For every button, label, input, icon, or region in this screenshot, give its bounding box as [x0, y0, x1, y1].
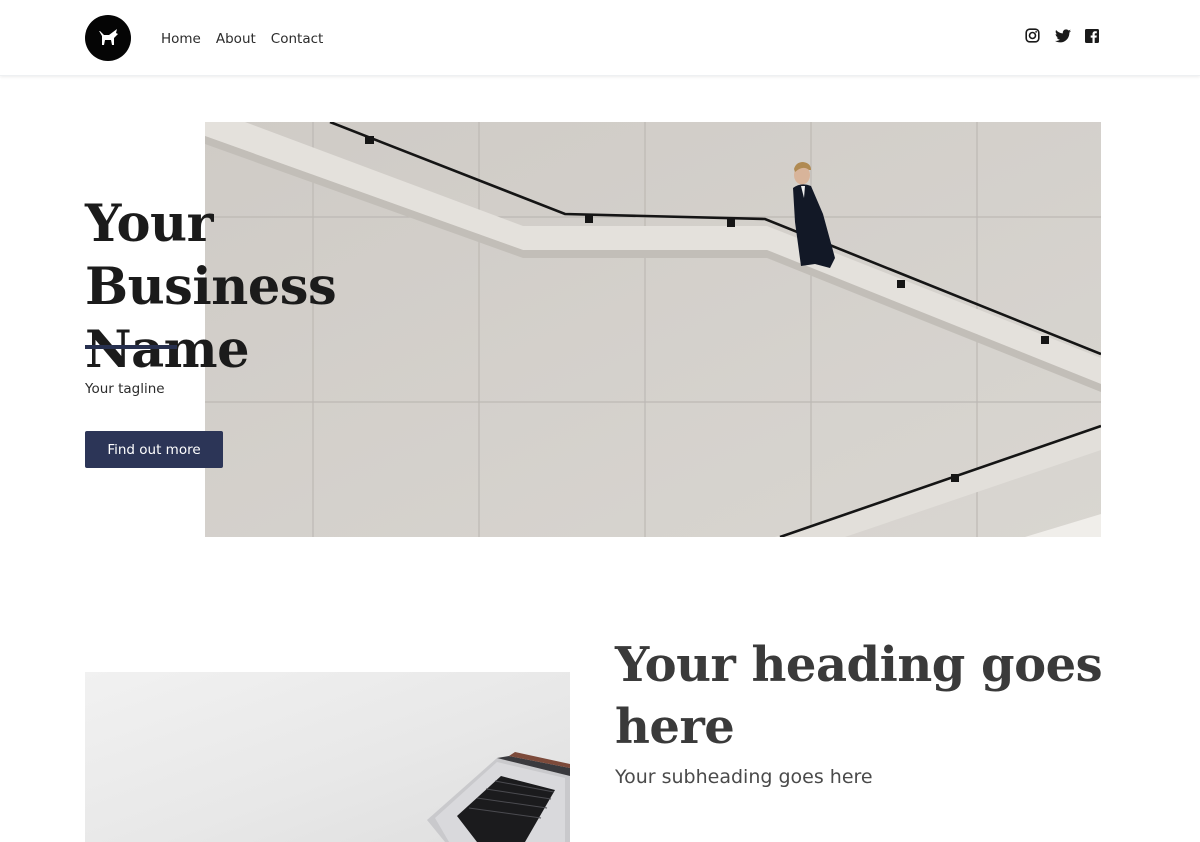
- business-name-title: Your Business Name: [85, 194, 337, 380]
- title-divider: [85, 345, 177, 349]
- site-header: Home About Contact: [0, 0, 1200, 76]
- tagline: Your tagline: [85, 381, 165, 397]
- nav-link-contact[interactable]: Contact: [271, 30, 324, 48]
- laptop-photo: [427, 752, 570, 842]
- facebook-icon[interactable]: [1085, 28, 1100, 43]
- laptop-image: [85, 672, 570, 842]
- instagram-icon[interactable]: [1025, 28, 1040, 43]
- find-out-more-button[interactable]: Find out more: [85, 431, 223, 468]
- main-nav: Home About Contact: [161, 30, 338, 48]
- section-subheading: Your subheading goes here: [615, 766, 873, 788]
- social-links: [1025, 28, 1100, 43]
- section-heading: Your heading goes here: [615, 637, 1103, 755]
- nav-link-home[interactable]: Home: [161, 30, 201, 48]
- site-logo[interactable]: [85, 15, 131, 61]
- logo-notch: [85, 15, 101, 31]
- nav-link-about[interactable]: About: [216, 30, 256, 48]
- twitter-icon[interactable]: [1055, 28, 1071, 43]
